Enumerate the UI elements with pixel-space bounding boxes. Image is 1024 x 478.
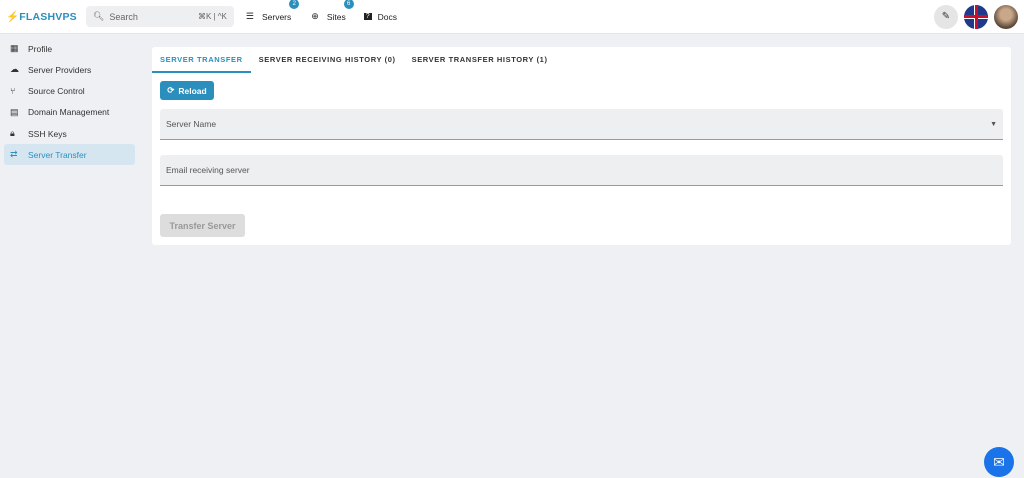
servers-icon: ☰	[245, 11, 254, 21]
sidebar-item-ssh-keys[interactable]: 🔒︎ SSH Keys	[4, 123, 135, 144]
branch-icon: ⑂	[10, 86, 16, 97]
server-name-select[interactable]: Server Name ▼	[160, 109, 1003, 140]
caret-down-icon: ▼	[990, 120, 997, 128]
transfer-server-button[interactable]: Transfer Server	[160, 214, 245, 237]
sidebar-item-server-providers[interactable]: ☁ Server Providers	[4, 59, 135, 80]
messenger-chat-icon[interactable]: ✉	[984, 447, 1014, 477]
email-receiving-input[interactable]: Email receiving server	[160, 155, 1003, 186]
tab-server-transfer[interactable]: SERVER TRANSFER	[152, 47, 251, 73]
nav-servers[interactable]: ☰ Servers 2	[245, 0, 300, 22]
user-avatar[interactable]	[994, 4, 1018, 29]
search-input[interactable]: 🔍︎ Search ⌘K | ^K	[85, 6, 234, 27]
server-transfer-card: SERVER TRANSFER SERVER RECEIVING HISTORY…	[152, 47, 1011, 245]
cloud-icon: ☁	[10, 64, 19, 75]
refresh-icon: ⟳	[167, 85, 175, 95]
server-icon: ▤	[10, 106, 19, 117]
tab-transfer-history[interactable]: SERVER TRANSFER HISTORY (1)	[404, 47, 556, 73]
lock-icon: 🔒︎	[10, 128, 15, 139]
sidebar-item-source-control[interactable]: ⑂ Source Control	[4, 81, 135, 102]
reload-button[interactable]: ⟳ Reload	[160, 81, 214, 100]
sites-badge: 6	[343, 0, 354, 9]
tab-receiving-history[interactable]: SERVER RECEIVING HISTORY (0)	[251, 47, 404, 73]
sidebar-item-profile[interactable]: ▦ Profile	[4, 38, 135, 59]
language-flag-icon[interactable]	[964, 4, 988, 29]
grid-icon: ▦	[10, 43, 19, 53]
sidebar-item-domain-management[interactable]: ▤ Domain Management	[4, 102, 135, 123]
docs-icon: ?	[363, 13, 372, 20]
sidebar-item-server-transfer[interactable]: ⇄ Server Transfer	[4, 144, 135, 166]
logo[interactable]: ⚡FLASHVPS	[6, 10, 77, 23]
top-bar: ⚡FLASHVPS 🔍︎ Search ⌘K | ^K ☰ Servers 2 ⊕ Sit…	[0, 0, 1024, 34]
nav-sites[interactable]: ⊕ Sites 6	[311, 0, 354, 22]
transfer-icon: ⇄	[10, 149, 18, 160]
servers-badge: 2	[289, 0, 300, 9]
search-icon: 🔍︎	[92, 11, 105, 21]
sidebar: ▦ Profile ☁ Server Providers ⑂ Source Contr…	[4, 38, 135, 166]
nav-docs[interactable]: ? Docs	[363, 12, 397, 22]
shortcut-hint: ⌘K | ^K	[197, 12, 227, 21]
theme-toggle-icon[interactable]: ✎	[934, 4, 958, 29]
globe-icon: ⊕	[311, 11, 319, 21]
